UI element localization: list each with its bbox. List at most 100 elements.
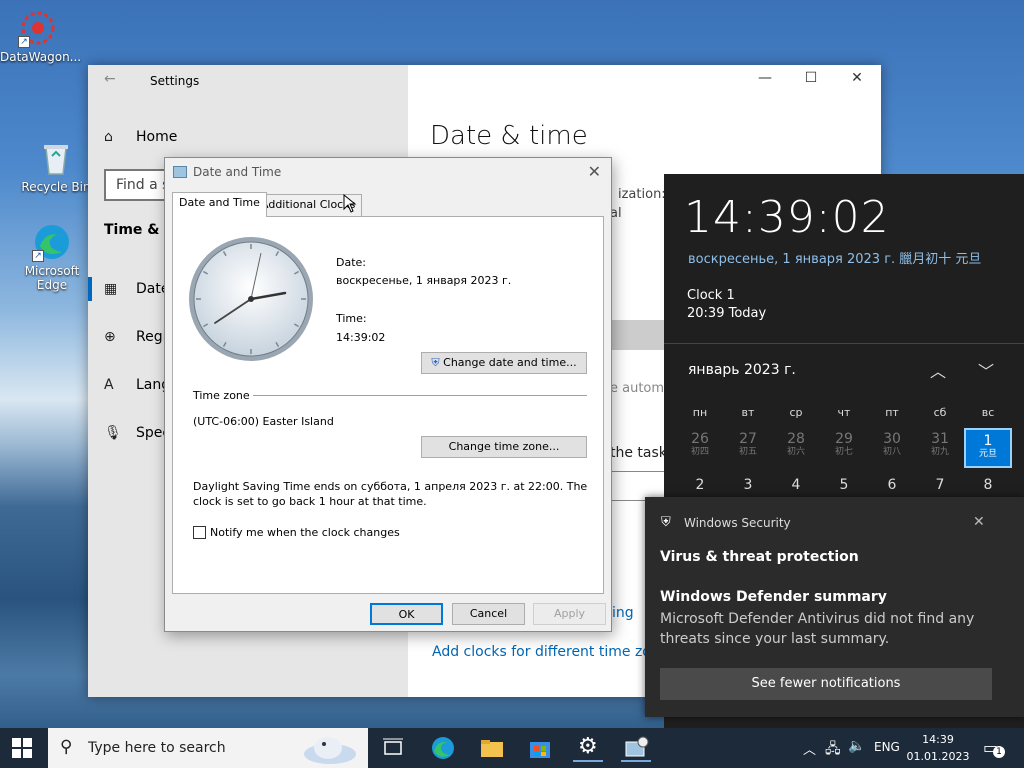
notification-center-icon[interactable]: ▭ 1	[983, 738, 1005, 758]
settings-taskbar-icon[interactable]: ⚙	[573, 734, 603, 762]
microphone-icon: 🎙	[104, 425, 122, 441]
tab-label: Additional Clocks	[261, 198, 356, 211]
desktop-icon-edge[interactable]: ↗ Microsoft Edge	[14, 222, 90, 292]
sidebar-item-label: Home	[136, 129, 178, 145]
back-arrow-icon[interactable]: ←	[104, 71, 116, 87]
sidebar-item-language[interactable]: A Lang	[104, 377, 170, 393]
time-zone-value: (UTC-06:00) Easter Island	[193, 415, 334, 428]
date-time-taskbar-icon[interactable]	[621, 734, 651, 762]
gear-icon: ⚙	[578, 734, 598, 759]
calendar-day[interactable]: 30 初八	[868, 428, 916, 468]
settings-link[interactable]: ing	[612, 605, 634, 621]
weekday-label: пт	[885, 406, 899, 419]
apply-button[interactable]: Apply	[533, 603, 606, 625]
tab-label: Date and Time	[179, 196, 260, 209]
edge-taskbar-icon[interactable]	[428, 734, 458, 762]
button-label: OK	[398, 608, 415, 621]
shield-icon: ⛨	[661, 515, 671, 530]
desktop-icon-datawagon[interactable]: ↗ DataWagon...	[0, 8, 81, 64]
edge-icon: ↗	[32, 222, 72, 262]
search-placeholder: Find a s	[116, 177, 170, 193]
tab-date-and-time[interactable]: Date and Time	[172, 192, 267, 217]
chevron-down-icon[interactable]: ﹀	[978, 358, 994, 382]
toast-body: Microsoft Defender Antivirus did not fin…	[660, 611, 975, 647]
store-icon[interactable]	[525, 734, 555, 762]
sidebar-item-date[interactable]: ▦ Date	[104, 281, 169, 297]
clock-time: 14:39	[922, 733, 954, 746]
change-date-time-button[interactable]: ⛨ Change date and time...	[421, 352, 587, 374]
search-placeholder: Type here to search	[88, 740, 226, 756]
obscured-text: the task	[610, 445, 667, 461]
mouse-cursor-icon	[343, 194, 357, 213]
time-value: 14:39:02	[336, 331, 386, 344]
chevron-up-icon[interactable]: ︿	[803, 739, 816, 758]
toast-heading: Virus & threat protection	[660, 549, 859, 565]
calendar-icon: ▦	[104, 281, 118, 297]
sidebar-item-speech[interactable]: 🎙 Spee	[104, 425, 171, 441]
calendar-day[interactable]: 29 初七	[820, 428, 868, 468]
task-view-icon[interactable]	[378, 734, 408, 762]
toast-app-name: Windows Security	[684, 516, 791, 530]
see-fewer-notifications-button[interactable]: See fewer notifications	[660, 668, 992, 700]
flyout-date-link[interactable]: воскресенье, 1 января 2023 г. 臘月初十 元旦	[688, 248, 981, 267]
clock-date: 01.01.2023	[906, 750, 970, 763]
cancel-button[interactable]: Cancel	[452, 603, 525, 625]
ok-button[interactable]: OK	[370, 603, 443, 625]
date-value: воскресенье, 1 января 2023 г.	[336, 274, 512, 287]
maximize-icon[interactable]: ☐	[788, 70, 834, 86]
network-icon[interactable]: 🖧	[825, 738, 841, 762]
file-explorer-icon[interactable]	[477, 734, 507, 762]
add-clocks-link[interactable]: Add clocks for different time zones	[432, 644, 676, 660]
windows-logo-icon	[12, 738, 32, 758]
sidebar-item-home[interactable]: ⌂ Home	[104, 129, 177, 145]
taskbar: ⚲ Type here to search ⚙ ︿ 🖧 🔈 ENG 14:39 …	[0, 728, 1024, 768]
taskbar-clock[interactable]: 14:39 01.01.2023	[906, 731, 970, 765]
minimize-icon[interactable]: —	[742, 70, 788, 86]
additional-clock-name: Clock 1	[687, 288, 735, 303]
tab-panel: Date: воскресенье, 1 января 2023 г. Time…	[172, 216, 604, 594]
start-button[interactable]	[12, 738, 32, 761]
desktop-icon-recycle-bin[interactable]: Recycle Bin	[18, 138, 94, 194]
weekday-label: ср	[789, 406, 803, 419]
security-notification[interactable]: ⛨ Windows Security ✕ Virus & threat prot…	[645, 497, 1024, 717]
window-title: Settings	[150, 74, 200, 88]
change-time-zone-button[interactable]: Change time zone...	[421, 436, 587, 458]
page-title: Date & time	[430, 121, 588, 151]
notify-checkbox[interactable]	[193, 526, 206, 539]
weekday-label: вс	[981, 406, 995, 419]
weekday-label: чт	[837, 406, 851, 419]
sidebar-item-label: Regi	[136, 329, 167, 345]
button-label: Apply	[553, 607, 586, 620]
divider	[253, 395, 587, 396]
desktop-icon-label: Recycle Bin	[21, 180, 91, 194]
chevron-up-icon[interactable]: ︿	[930, 358, 946, 382]
settings-titlebar: ← Settings — ☐ ✕	[88, 65, 881, 99]
flyout-time: 14:39:02	[684, 192, 890, 243]
calendar-day[interactable]: 27 初五	[724, 428, 772, 468]
weekday-label: вт	[741, 406, 755, 419]
language-icon: A	[104, 377, 114, 393]
calendar-day[interactable]: 31 初九	[916, 428, 964, 468]
time-zone-header: Time zone	[193, 389, 250, 402]
selection-indicator	[88, 277, 92, 301]
toggle-area	[610, 320, 670, 350]
time-label: Time:	[336, 312, 367, 325]
taskbar-search-box[interactable]: ⚲ Type here to search	[48, 728, 368, 768]
close-icon[interactable]: ✕	[834, 70, 880, 86]
datawagon-icon: ↗	[18, 8, 58, 48]
calendar-month-label[interactable]: январь 2023 г.	[688, 362, 796, 378]
desktop-icon-label: Microsoft Edge	[24, 264, 80, 292]
sidebar-item-region[interactable]: ⊕ Regi	[104, 329, 167, 345]
home-icon: ⌂	[104, 129, 113, 145]
calendar-day[interactable]: 26 初四	[676, 428, 724, 468]
analog-clock	[189, 237, 313, 361]
language-indicator[interactable]: ENG	[874, 740, 900, 754]
volume-icon[interactable]: 🔈	[848, 738, 865, 754]
calendar-day-today[interactable]: 1 元旦	[964, 428, 1012, 468]
calendar-day[interactable]: 28 初六	[772, 428, 820, 468]
desktop-icon-label: DataWagon...	[0, 50, 82, 64]
close-icon[interactable]: ✕	[973, 514, 985, 530]
close-icon[interactable]: ✕	[588, 162, 601, 181]
search-highlight-image	[304, 737, 356, 764]
button-label: See fewer notifications	[751, 676, 901, 691]
